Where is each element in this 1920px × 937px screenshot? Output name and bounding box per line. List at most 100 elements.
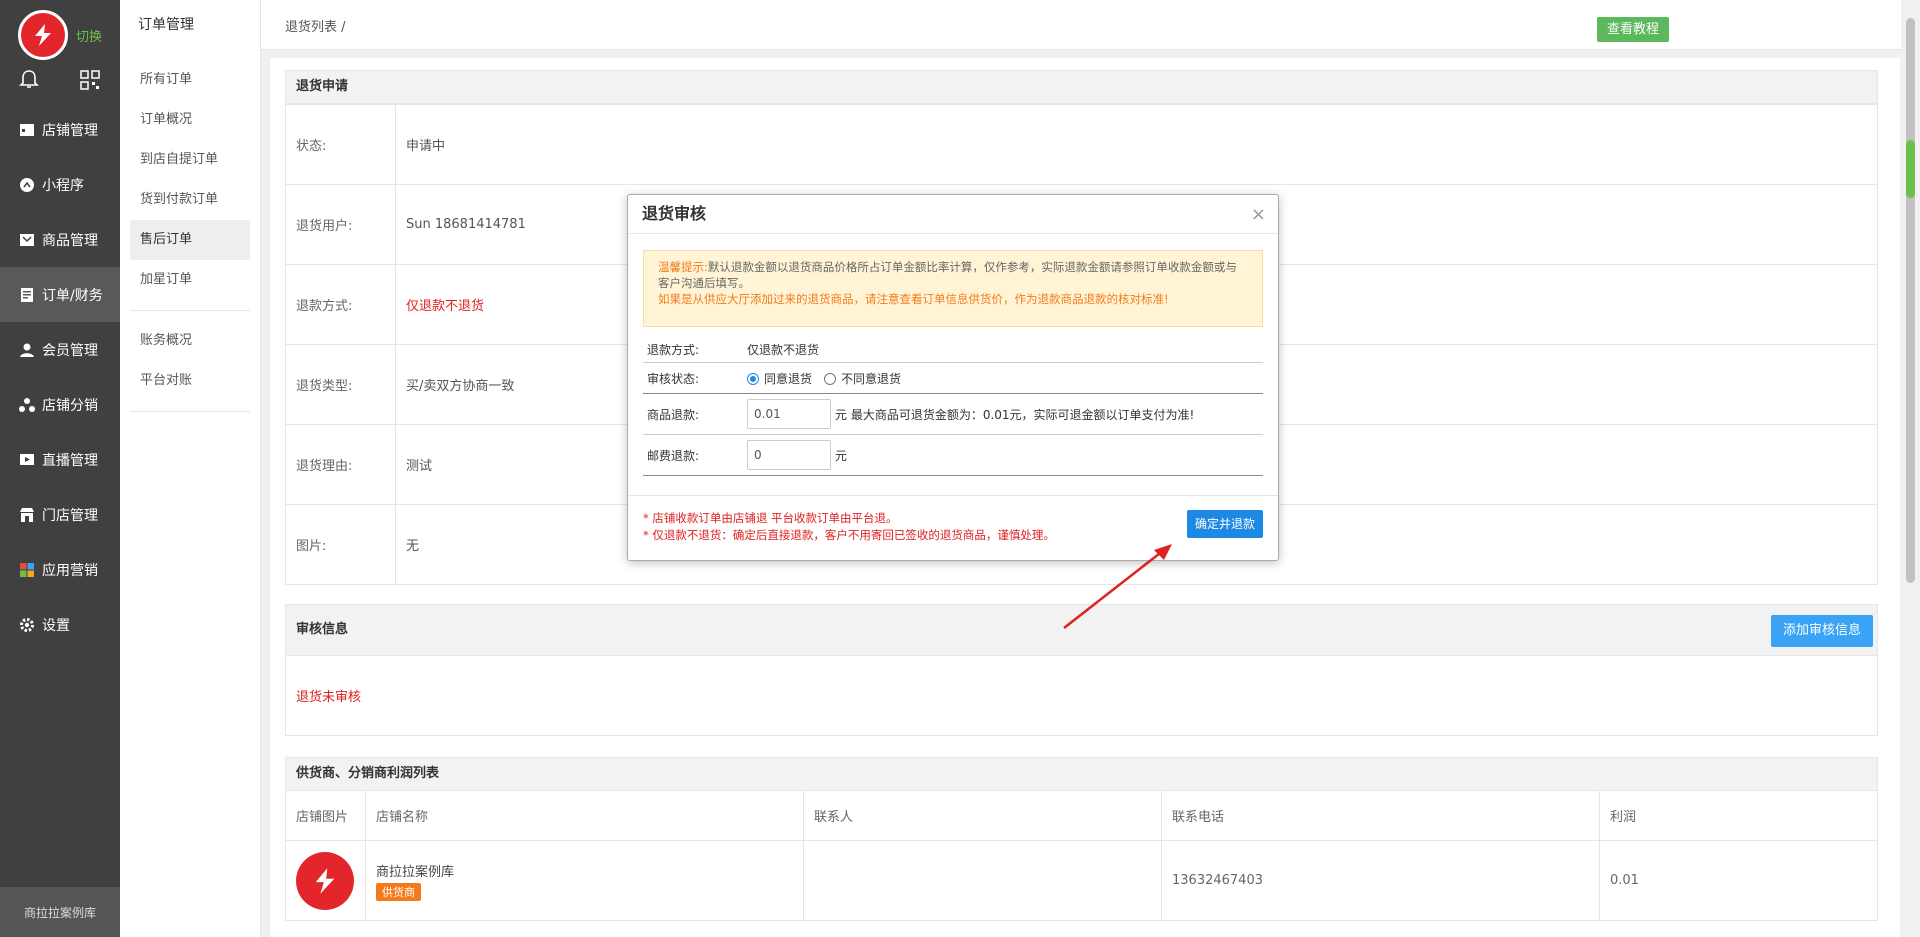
- refund-type-label: 退货类型:: [285, 344, 396, 425]
- nav-item-goods[interactable]: 商品管理: [0, 212, 120, 267]
- close-icon[interactable]: ×: [1251, 204, 1266, 225]
- nav-label: 直播管理: [42, 452, 98, 469]
- shipping-unit: 元: [835, 448, 848, 463]
- nav-item-members[interactable]: 会员管理: [0, 322, 120, 377]
- store-icon: [18, 121, 36, 139]
- subnav-item-starred-orders[interactable]: 加星订单: [130, 260, 250, 300]
- goods-refund-row: 商品退款: 0.01 元 最大商品可退货金额为：0.01元，实际可退金额以订单支…: [643, 394, 1263, 435]
- subnav-item-account-overview[interactable]: 账务概况: [130, 321, 250, 361]
- radio-checked-icon: [747, 373, 759, 385]
- audit-info-title: 审核信息: [296, 622, 349, 637]
- app-logo[interactable]: [18, 10, 68, 60]
- audit-status-field-label: 审核状态:: [647, 371, 700, 386]
- confirm-refund-button[interactable]: 确定并退款: [1187, 510, 1263, 538]
- tip-box: 温馨提示:默认退款金额以退货商品价格所占订单金额比率计算，仅作参考，实际退款金额…: [643, 250, 1263, 327]
- audit-form: 退款方式: 仅退款不退货 审核状态: 同意退货 不同意退货 商品退款: 0.01…: [643, 337, 1263, 476]
- disagree-radio[interactable]: 不同意退货: [824, 370, 901, 387]
- shop-icon: [18, 506, 36, 524]
- miniprogram-icon: [18, 176, 36, 194]
- live-video-icon: [18, 451, 36, 469]
- nav-label: 商品管理: [42, 232, 98, 249]
- nav-item-distribution[interactable]: 店铺分销: [0, 377, 120, 432]
- nav-label: 店铺分销: [42, 397, 98, 414]
- col-profit: 利润: [1599, 790, 1878, 841]
- image-label: 图片:: [285, 504, 396, 585]
- qrcode-icon[interactable]: [80, 70, 100, 94]
- nav-item-settings[interactable]: 设置: [0, 597, 120, 652]
- top-header: 退货列表 / 查看教程: [261, 0, 1901, 50]
- refund-method-field-value: 仅退款不退货: [747, 343, 820, 357]
- add-audit-button[interactable]: 添加审核信息: [1771, 615, 1873, 647]
- note-store-refund: * 店铺收款订单由店铺退 平台收款订单由平台退。: [643, 511, 898, 525]
- disagree-label: 不同意退货: [841, 371, 902, 386]
- nav-item-live[interactable]: 直播管理: [0, 432, 120, 487]
- nav-item-shop[interactable]: 门店管理: [0, 487, 120, 542]
- store-name: 商拉拉案例库: [376, 864, 455, 880]
- supplier-badge: 供货商: [376, 882, 421, 901]
- nav-item-store[interactable]: 店铺管理: [0, 102, 120, 157]
- shipping-refund-row: 邮费退款: 0 元: [643, 435, 1263, 476]
- shipping-refund-input[interactable]: 0: [747, 440, 831, 470]
- subnav-item-pickup-orders[interactable]: 到店自提订单: [130, 140, 250, 180]
- table-row: 状态: 申请中: [285, 104, 1878, 185]
- subnav-item-all-orders[interactable]: 所有订单: [130, 60, 250, 100]
- col-store-image: 店铺图片: [285, 790, 366, 841]
- refund-method-row: 退款方式: 仅退款不退货: [643, 337, 1263, 363]
- tip-text: 默认退款金额以退货商品价格所占订单金额比率计算，仅作参考，实际退款金额请参照订单…: [658, 260, 1237, 290]
- subnav-divider: [130, 411, 250, 412]
- audit-status-text: 退货未审核: [296, 690, 362, 705]
- refund-method-label: 退款方式:: [285, 264, 396, 345]
- user-icon: [18, 341, 36, 359]
- goods-refund-input[interactable]: 0.01: [747, 399, 831, 429]
- breadcrumb[interactable]: 退货列表 /: [285, 16, 346, 35]
- nav-item-miniprogram[interactable]: 小程序: [0, 157, 120, 212]
- nav-label: 店铺管理: [42, 122, 98, 139]
- view-tutorial-button[interactable]: 查看教程: [1597, 17, 1670, 42]
- subnav-item-order-overview[interactable]: 订单概况: [130, 100, 250, 140]
- modal-title: 退货审核: [628, 195, 1278, 234]
- radio-unchecked-icon: [824, 373, 837, 385]
- footer-notes: * 店铺收款订单由店铺退 平台收款订单由平台退。 * 仅退款不退货：确定后直接退…: [643, 510, 1055, 544]
- scrollbar-thumb[interactable]: [1906, 18, 1915, 583]
- annotation-arrow-icon: [1063, 544, 1172, 629]
- store-image-cell: [285, 840, 366, 921]
- nav-label: 会员管理: [42, 342, 98, 359]
- refund-method-field-label: 退款方式:: [647, 343, 700, 357]
- store-logo: [296, 851, 354, 910]
- main-sidebar: 切换 店铺管理 小程序 商品管理 订单/财务 会员管理 店铺分销 直播管理 门店…: [0, 0, 120, 937]
- subnav-item-cod-orders[interactable]: 货到付款订单: [130, 180, 250, 220]
- col-phone: 联系电话: [1161, 790, 1600, 841]
- refund-audit-modal: 退货审核 × 温馨提示:默认退款金额以退货商品价格所占订单金额比率计算，仅作参考…: [627, 194, 1279, 561]
- tip-warning: 如果是从供应大厅添加过来的退货商品，请注意查看订单信息供货价，作为退款商品退款的…: [658, 292, 1169, 306]
- nav-label: 门店管理: [42, 507, 98, 524]
- order-icon: [18, 286, 36, 304]
- subnav-item-aftersale-orders[interactable]: 售后订单: [130, 220, 250, 260]
- agree-radio[interactable]: 同意退货: [747, 370, 812, 387]
- apps-grid-icon: [18, 561, 36, 579]
- phone-cell: 13632467403: [1161, 840, 1600, 921]
- bell-icon[interactable]: [18, 68, 40, 94]
- subnav-title: 订单管理: [138, 17, 194, 33]
- sidebar-footer-store[interactable]: 商拉拉案例库: [0, 887, 120, 937]
- nav-label: 订单/财务: [42, 287, 103, 304]
- nav-item-orders[interactable]: 订单/财务: [0, 267, 120, 322]
- nav-label: 小程序: [42, 177, 84, 194]
- gear-icon: [18, 616, 36, 634]
- refund-reason-label: 退货理由:: [285, 424, 396, 505]
- refund-apply-header: 退货申请: [285, 70, 1878, 104]
- agree-label: 同意退货: [764, 371, 813, 386]
- sub-sidebar: 订单管理 所有订单 订单概况 到店自提订单 货到付款订单 售后订单 加星订单 账…: [120, 0, 261, 937]
- nav-item-marketing[interactable]: 应用营销: [0, 542, 120, 597]
- goods-refund-field-label: 商品退款:: [647, 407, 700, 422]
- store-name-cell: 商拉拉案例库 供货商: [365, 840, 804, 921]
- table-header-row: 店铺图片 店铺名称 联系人 联系电话 利润: [285, 790, 1878, 841]
- page-scrollbar[interactable]: [1901, 0, 1920, 937]
- table-row: 商拉拉案例库 供货商 13632467403 0.01: [285, 840, 1878, 921]
- col-store-name: 店铺名称: [365, 790, 804, 841]
- main-nav: 店铺管理 小程序 商品管理 订单/财务 会员管理 店铺分销 直播管理 门店管理: [0, 102, 120, 652]
- scrollbar-marker: [1906, 140, 1915, 198]
- profit-table: 店铺图片 店铺名称 联系人 联系电话 利润 商拉拉案例库 供货商 1363246…: [285, 790, 1878, 921]
- nav-label: 设置: [42, 617, 70, 634]
- switch-link[interactable]: 切换: [76, 26, 102, 45]
- subnav-item-platform-reconcile[interactable]: 平台对账: [130, 361, 250, 401]
